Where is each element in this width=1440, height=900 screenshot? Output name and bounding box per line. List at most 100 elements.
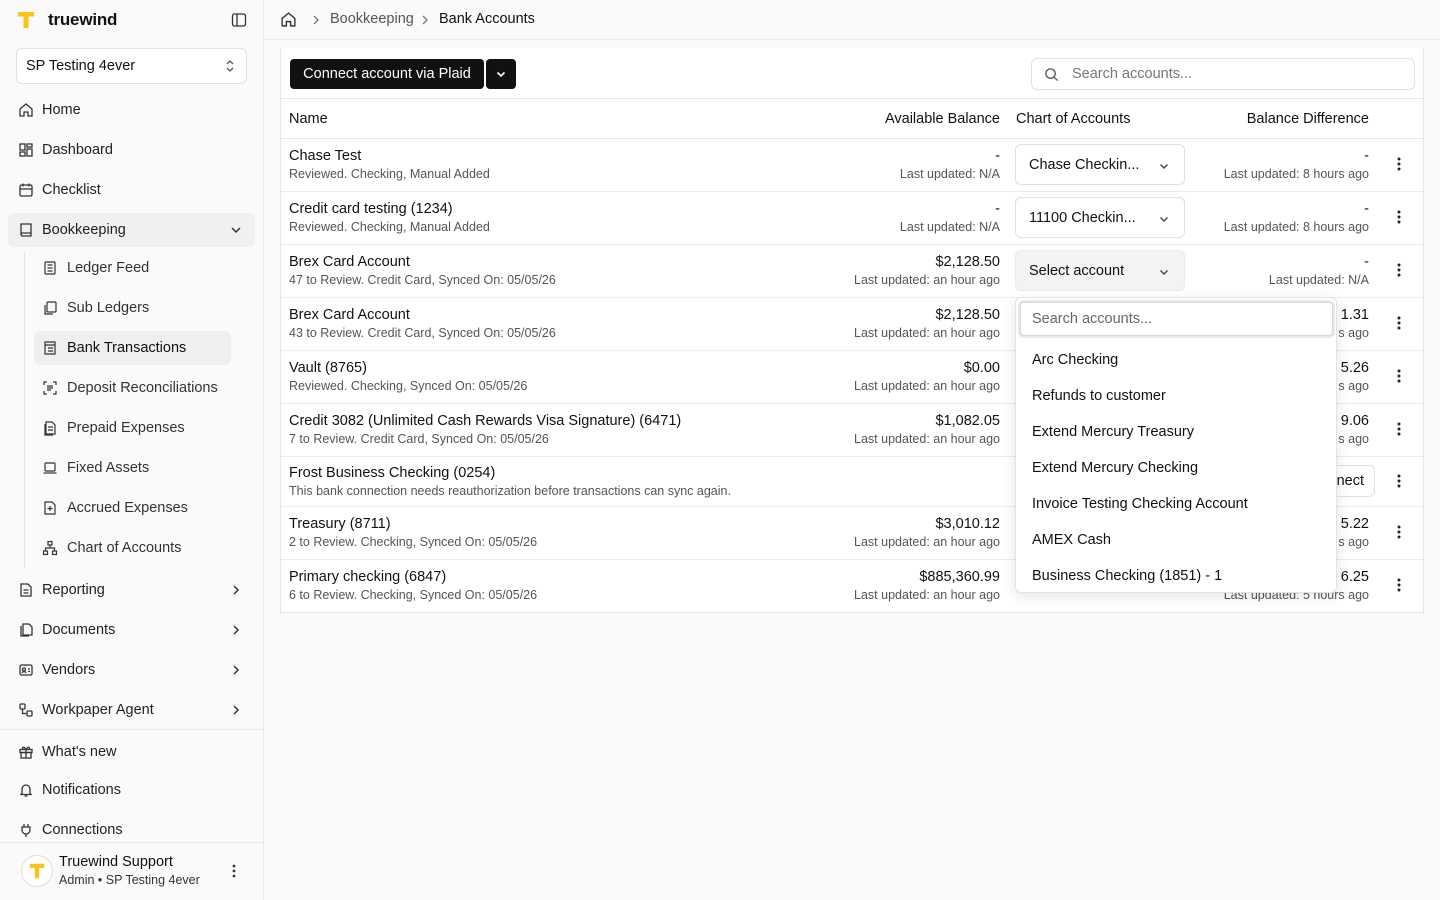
- nav-connections-label: Connections: [42, 822, 123, 838]
- connect-options-button[interactable]: [486, 59, 516, 89]
- balance-updated: Last updated: an hour ago: [854, 588, 1000, 602]
- sidebar-divider: [0, 729, 263, 730]
- dropdown-option[interactable]: Business Checking (1851) - 1: [1016, 558, 1336, 592]
- connect-plaid-button[interactable]: Connect account via Plaid: [290, 59, 484, 89]
- nav-chart-of-accounts[interactable]: Chart of Accounts: [34, 531, 231, 565]
- account-name: Brex Card Account: [289, 307, 410, 323]
- network-icon: [42, 540, 58, 556]
- submenu-guide: [24, 252, 25, 568]
- nav-fixed-assets-label: Fixed Assets: [67, 460, 150, 476]
- nav-dashboard[interactable]: Dashboard: [8, 133, 255, 167]
- more-vertical-icon[interactable]: [1393, 262, 1405, 278]
- more-vertical-icon[interactable]: [1393, 315, 1405, 331]
- nav-home-label: Home: [42, 102, 81, 118]
- search-icon: [1045, 68, 1059, 82]
- chevron-down-icon: [496, 71, 506, 78]
- brand-name: truewind: [48, 10, 118, 29]
- nav-sub-ledgers[interactable]: Sub Ledgers: [34, 291, 231, 325]
- column-chart-of-accounts: Chart of Accounts: [1016, 111, 1131, 127]
- nav-prepaid-expenses-label: Prepaid Expenses: [67, 420, 185, 436]
- nav-accrued-expenses[interactable]: Accrued Expenses: [34, 491, 231, 525]
- balance-difference: 5.26: [1340, 360, 1369, 376]
- account-name: Treasury (8711): [289, 516, 391, 532]
- home-icon[interactable]: [280, 11, 297, 28]
- nav-accrued-expenses-label: Accrued Expenses: [67, 500, 188, 516]
- file-plus-icon: [44, 501, 56, 515]
- chart-account-select[interactable]: Chase Checkin...: [1015, 144, 1185, 185]
- dropdown-option[interactable]: Invoice Testing Checking Account: [1016, 486, 1336, 522]
- sidebar-toggle-icon[interactable]: [231, 12, 247, 28]
- chart-account-select[interactable]: 11100 Checkin...: [1015, 197, 1185, 238]
- table-header: Name Available Balance Chart of Accounts…: [281, 98, 1423, 139]
- chart-account-select[interactable]: Select account: [1015, 250, 1185, 291]
- chevron-down-icon: [231, 227, 241, 234]
- column-balance-difference: Balance Difference: [1246, 111, 1369, 127]
- account-status: This bank connection needs reauthorizati…: [289, 484, 731, 498]
- dropdown-option[interactable]: Extend Mercury Checking: [1016, 450, 1336, 486]
- nav-notifications-label: Notifications: [42, 782, 121, 798]
- dropdown-search-input[interactable]: [1021, 303, 1332, 335]
- chart-account-value: Select account: [1029, 262, 1125, 279]
- account-status: 47 to Review. Credit Card, Synced On: 05…: [289, 273, 556, 287]
- table-row[interactable]: Chase Test Reviewed. Checking, Manual Ad…: [281, 139, 1423, 192]
- chart-account-value: Chase Checkin...: [1029, 156, 1140, 173]
- more-vertical-icon[interactable]: [1393, 368, 1405, 384]
- truewind-logo-icon: [18, 12, 34, 28]
- account-dropdown: Arc Checking Refunds to customer Extend …: [1015, 297, 1337, 593]
- nav-bookkeeping[interactable]: Bookkeeping: [8, 213, 255, 247]
- nav-reporting[interactable]: Reporting: [8, 573, 255, 607]
- more-vertical-icon[interactable]: [1393, 421, 1405, 437]
- more-vertical-icon[interactable]: [1393, 524, 1405, 540]
- chevron-down-icon: [1160, 164, 1168, 169]
- available-balance: $3,010.12: [935, 516, 1000, 532]
- nav-home[interactable]: Home: [8, 93, 255, 127]
- more-vertical-icon[interactable]: [1393, 209, 1405, 225]
- table-row[interactable]: Credit card testing (1234) Reviewed. Che…: [281, 192, 1423, 245]
- balance-difference: 6.25: [1340, 569, 1369, 585]
- search-input[interactable]: [1072, 64, 1402, 84]
- nav-deposit-reconciliations[interactable]: Deposit Reconciliations: [34, 371, 231, 405]
- dropdown-option[interactable]: Extend Mercury Treasury: [1016, 414, 1336, 450]
- balance-updated: Last updated: an hour ago: [854, 273, 1000, 287]
- nav-notifications[interactable]: Notifications: [8, 773, 255, 807]
- account-status: 6 to Review. Checking, Synced On: 05/05/…: [289, 588, 538, 602]
- nav-checklist-label: Checklist: [42, 182, 101, 198]
- account-status: Reviewed. Checking, Manual Added: [289, 167, 490, 181]
- nav-bookkeeping-label: Bookkeeping: [42, 222, 126, 238]
- account-status: 43 to Review. Credit Card, Synced On: 05…: [289, 326, 556, 340]
- chart-account-value: 11100 Checkin...: [1029, 209, 1136, 226]
- more-vertical-icon[interactable]: [1393, 473, 1405, 489]
- more-vertical-icon[interactable]: [1393, 156, 1405, 172]
- nav-checklist[interactable]: Checklist: [8, 173, 255, 207]
- dropdown-search[interactable]: [1020, 302, 1333, 336]
- table-row[interactable]: Brex Card Account 47 to Review. Credit C…: [281, 245, 1423, 298]
- home-icon: [19, 103, 33, 117]
- accounts-search[interactable]: [1031, 58, 1415, 90]
- nav-bank-transactions-label: Bank Transactions: [67, 340, 187, 356]
- account-status: Reviewed. Checking, Manual Added: [289, 220, 490, 234]
- receipt-icon: [44, 341, 56, 355]
- dropdown-option[interactable]: Refunds to customer: [1016, 378, 1336, 414]
- nav-vendors[interactable]: Vendors: [8, 653, 255, 687]
- chevron-right-icon: [233, 585, 240, 595]
- balance-difference: -: [1364, 254, 1369, 270]
- nav-bank-transactions[interactable]: Bank Transactions: [34, 331, 231, 365]
- brand[interactable]: truewind: [16, 8, 117, 32]
- nav-whats-new[interactable]: What's new: [8, 735, 255, 769]
- more-vertical-icon[interactable]: [226, 863, 242, 879]
- difference-updated: Last updated: N/A: [1268, 273, 1369, 287]
- user-profile[interactable]: Truewind Support Admin • SP Testing 4eve…: [0, 842, 263, 900]
- dropdown-option[interactable]: AMEX Cash: [1016, 522, 1336, 558]
- nav-workpaper-agent[interactable]: Workpaper Agent: [8, 693, 255, 727]
- nav-fixed-assets[interactable]: Fixed Assets: [34, 451, 231, 485]
- organization-select[interactable]: SP Testing 4ever: [16, 48, 247, 84]
- nav-ledger-feed[interactable]: Ledger Feed: [34, 251, 231, 285]
- breadcrumb-bookkeeping[interactable]: Bookkeeping: [330, 11, 414, 27]
- more-vertical-icon[interactable]: [1393, 577, 1405, 593]
- dropdown-option[interactable]: Arc Checking: [1016, 342, 1336, 378]
- nav-documents[interactable]: Documents: [8, 613, 255, 647]
- available-balance: $2,128.50: [935, 254, 1000, 270]
- account-name: Primary checking (6847): [289, 569, 447, 585]
- nav-prepaid-expenses[interactable]: Prepaid Expenses: [34, 411, 231, 445]
- user-name: Truewind Support: [59, 854, 173, 870]
